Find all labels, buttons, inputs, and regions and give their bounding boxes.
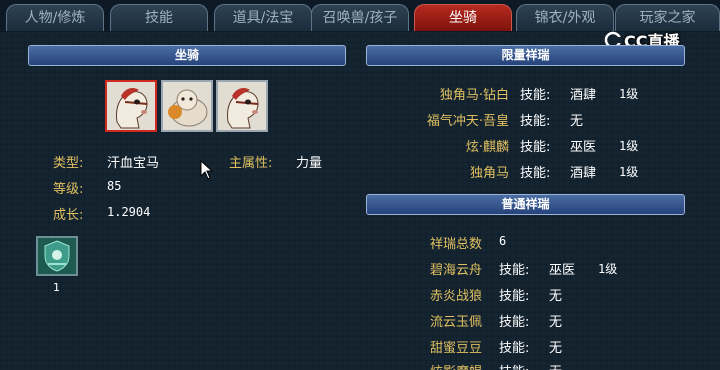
item-name: 流云玉佩: [430, 315, 483, 330]
mouse-cursor-icon: [200, 160, 214, 180]
horse-icon: [107, 82, 155, 130]
mount-avatar-1[interactable]: [105, 80, 157, 132]
skill-level: 1级: [598, 262, 618, 276]
horse-icon: [218, 82, 266, 130]
item-name: 甜蜜豆豆: [430, 341, 483, 356]
skill-value: 巫医: [549, 263, 576, 278]
tab-mount[interactable]: 坐骑: [414, 4, 512, 31]
skill-label: 技能:: [499, 341, 530, 356]
total-value: 6: [499, 234, 507, 248]
skill-label: 技能:: [499, 263, 530, 278]
skill-label: 技能:: [520, 140, 551, 155]
tab-summons[interactable]: 召唤兽/孩子: [311, 4, 409, 31]
skill-level: 1级: [619, 165, 639, 179]
item-name: 独角马: [469, 166, 509, 181]
skill-label: 技能:: [499, 361, 529, 370]
item-name: 炫·麒麟: [465, 140, 509, 155]
item-name: 独角马·钻白: [439, 88, 509, 103]
growth-label: 成长:: [53, 208, 84, 223]
type-label: 类型:: [53, 156, 84, 171]
mount-item-slot[interactable]: [36, 236, 78, 276]
skill-label: 技能:: [499, 289, 530, 304]
shield-emblem-icon: [38, 238, 76, 274]
sheep-icon: [163, 82, 211, 130]
mount-avatar-2[interactable]: [161, 80, 213, 132]
main-attribute-value: 力量: [296, 156, 323, 171]
skill-value: 巫医: [570, 140, 597, 155]
skill-label: 技能:: [520, 88, 551, 103]
item-name: 福气冲天·吾皇: [426, 114, 509, 129]
skill-label: 技能:: [520, 114, 551, 129]
type-value: 汗血宝马: [107, 156, 160, 171]
skill-value: 无: [549, 341, 563, 356]
normal-header: 普通祥瑞: [366, 194, 685, 215]
total-label: 祥瑞总数: [430, 237, 483, 252]
level-label: 等级:: [53, 182, 84, 197]
item-name: 炫影魔蝎: [430, 361, 482, 370]
skill-value: 无: [549, 289, 563, 304]
limited-header: 限量祥瑞: [366, 45, 685, 66]
tab-outfits[interactable]: 锦衣/外观: [516, 4, 614, 31]
growth-value: 1.2904: [107, 205, 151, 219]
tab-items[interactable]: 道具/法宝: [214, 4, 312, 31]
tab-character[interactable]: 人物/修炼: [6, 4, 104, 31]
skill-value: 酒肆: [570, 88, 597, 103]
main-attribute-label: 主属性:: [229, 156, 273, 171]
mount-header: 坐骑: [28, 45, 346, 66]
skill-value: 无: [549, 361, 562, 370]
mount-avatar-3[interactable]: [216, 80, 268, 132]
skill-label: 技能:: [499, 315, 530, 330]
skill-level: 1级: [619, 87, 639, 101]
skill-level: 1级: [619, 139, 639, 153]
level-value: 85: [107, 179, 122, 193]
item-name: 碧海云舟: [430, 263, 483, 278]
tab-skills[interactable]: 技能: [110, 4, 208, 31]
skill-value: 酒肆: [570, 166, 597, 181]
item-name: 赤炎战狼: [430, 289, 483, 304]
list-item[interactable]: 炫影魔蝎 技能: 无: [0, 361, 720, 370]
skill-value: 无: [570, 114, 584, 129]
item-count: 1: [53, 281, 60, 294]
skill-value: 无: [549, 315, 563, 330]
skill-label: 技能:: [520, 166, 551, 181]
